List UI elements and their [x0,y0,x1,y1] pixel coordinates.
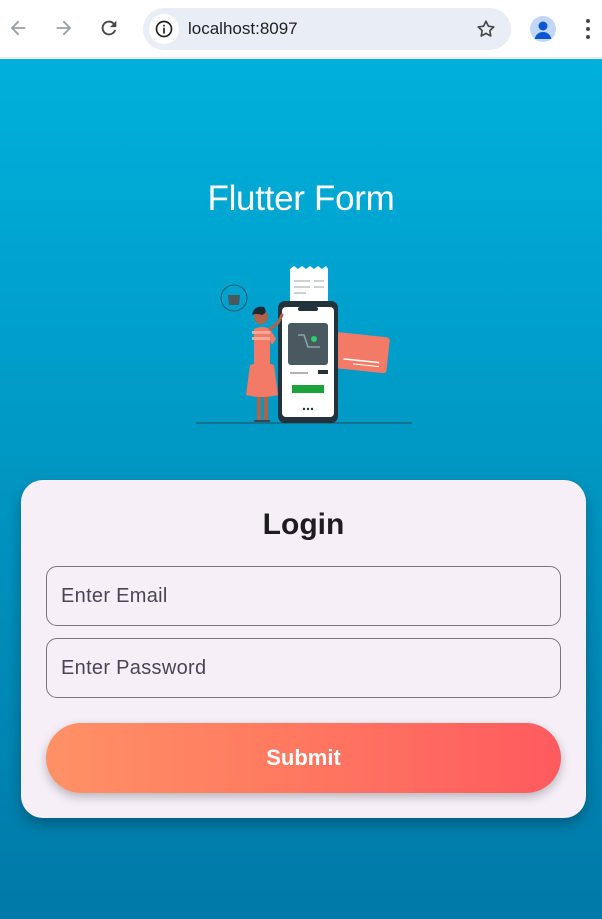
submit-button[interactable]: Submit [46,723,561,793]
reload-icon [101,20,117,36]
login-card: Login Submit [21,480,586,818]
url-text[interactable]: localhost:8097 [188,19,298,39]
reload-button[interactable] [95,14,123,42]
app-page: Flutter Form Login Enter Email Submit [0,59,602,919]
payment-illustration [196,266,412,424]
back-arrow-icon [10,20,26,36]
email-input[interactable] [47,567,560,625]
back-button[interactable] [4,14,32,42]
profile-icon [534,21,552,39]
forward-button[interactable] [50,14,78,42]
password-input[interactable] [47,639,560,697]
page-title: Flutter Form [207,179,395,218]
login-title: Login [262,508,345,541]
star-icon[interactable] [475,18,497,40]
browser-toolbar: localhost:8097 [0,0,602,58]
address-bar[interactable]: localhost:8097 [143,8,511,50]
forward-arrow-icon [56,20,72,36]
email-field[interactable] [46,566,561,626]
info-icon [155,20,173,38]
site-info-button[interactable] [149,14,179,44]
more-vert-icon[interactable] [578,17,598,41]
password-field[interactable] [46,638,561,698]
profile-button[interactable] [530,16,556,42]
